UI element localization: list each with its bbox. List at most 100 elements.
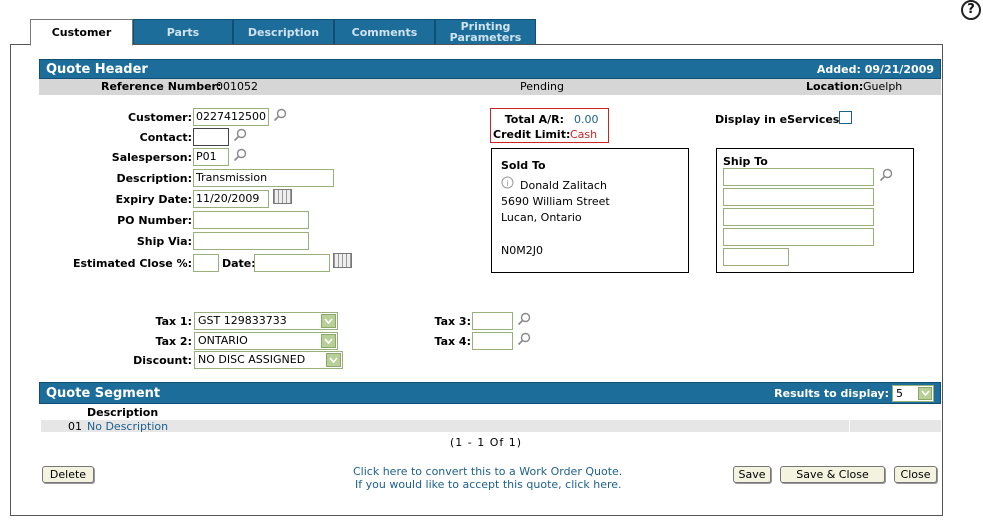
- salesperson-label: Salesperson:: [111, 151, 192, 164]
- tax1-value: GST 129833733: [198, 314, 287, 327]
- row-number: 01: [68, 420, 82, 433]
- table-row[interactable]: 01 No Description: [41, 420, 941, 433]
- salesperson-field[interactable]: P01: [193, 148, 229, 166]
- eservices-checkbox[interactable]: [839, 111, 852, 124]
- discount-value: NO DISC ASSIGNED: [198, 353, 306, 366]
- tax4-search-icon[interactable]: [517, 332, 531, 346]
- ship-to-search-icon[interactable]: [879, 168, 893, 182]
- shipvia-field[interactable]: [193, 232, 309, 250]
- sold-to-street: 5690 William Street: [501, 195, 610, 208]
- credit-limit-value: Cash: [570, 128, 598, 141]
- location-value: Guelph: [863, 80, 903, 93]
- tax1-select[interactable]: GST 129833733: [194, 312, 338, 330]
- row-description-link[interactable]: No Description: [87, 420, 168, 433]
- accept-link[interactable]: If you would like to accept this quote, …: [355, 478, 622, 491]
- tab-description[interactable]: Description: [233, 19, 334, 44]
- location-label: Location:: [806, 80, 864, 93]
- tab-label: Parts: [166, 25, 200, 39]
- delete-button[interactable]: Delete: [42, 466, 94, 483]
- results-value: 5: [896, 386, 903, 400]
- quote-segment-bar: Quote Segment Results to display: 5: [39, 382, 941, 404]
- tab-label: Printing Parameters: [449, 20, 522, 44]
- chevron-down-icon: [321, 314, 336, 328]
- eservices-label: Display in eServices:: [715, 113, 844, 126]
- ship-to-line4-field[interactable]: [723, 228, 874, 246]
- contact-search-icon[interactable]: [233, 128, 247, 142]
- date-label: Date:: [222, 257, 256, 270]
- convert-link[interactable]: Click here to convert this to a Work Ord…: [353, 465, 622, 478]
- tax3-search-icon[interactable]: [517, 312, 531, 326]
- expiry-field[interactable]: 11/20/2009: [193, 190, 269, 208]
- pager-text: (1 - 1 Of 1): [450, 436, 523, 449]
- status-text: Pending: [520, 80, 564, 93]
- customer-search-icon[interactable]: [273, 108, 287, 122]
- ship-to-title: Ship To: [723, 155, 768, 168]
- chevron-down-icon: [918, 386, 932, 400]
- estclose-field[interactable]: [193, 254, 219, 272]
- added-date: Added: 09/21/2009: [816, 62, 934, 76]
- tab-customer[interactable]: Customer: [30, 19, 133, 46]
- description-label: Description:: [116, 172, 192, 185]
- row-divider: [849, 420, 850, 432]
- expiry-calendar-icon[interactable]: [273, 189, 292, 204]
- contact-label: Contact:: [139, 131, 192, 144]
- sold-to-name: Donald Zalitach: [520, 179, 607, 192]
- tab-label: Customer: [51, 26, 112, 39]
- total-ar-label: Total A/R:: [504, 113, 564, 126]
- estclose-label: Estimated Close %:: [72, 257, 192, 270]
- ship-to-postal-field[interactable]: [723, 248, 789, 266]
- help-icon[interactable]: ?: [961, 0, 981, 20]
- shipvia-label: Ship Via:: [136, 235, 192, 248]
- reference-label: Reference Number:: [101, 80, 222, 93]
- close-button[interactable]: Close: [894, 466, 937, 483]
- tax4-label: Tax 4:: [434, 335, 472, 348]
- contact-field[interactable]: [193, 128, 229, 146]
- tax2-select[interactable]: ONTARIO: [194, 332, 338, 350]
- expiry-label: Expiry Date:: [115, 193, 192, 206]
- ship-to-box: Ship To: [716, 148, 914, 273]
- ship-to-line2-field[interactable]: [723, 188, 874, 206]
- save-button[interactable]: Save: [733, 466, 771, 483]
- total-ar-value: 0.00: [574, 113, 599, 126]
- po-label: PO Number:: [117, 214, 192, 227]
- ship-to-line3-field[interactable]: [723, 208, 874, 226]
- sold-to-city: Lucan, Ontario: [501, 211, 582, 224]
- quote-segment-title: Quote Segment: [46, 385, 161, 401]
- chevron-down-icon: [321, 334, 336, 348]
- date-calendar-icon[interactable]: [333, 253, 352, 268]
- save-close-button[interactable]: Save & Close: [780, 466, 885, 483]
- date-field[interactable]: [254, 254, 330, 272]
- customer-label: Customer:: [127, 111, 192, 124]
- quote-header-bar: Quote Header Added: 09/21/2009: [39, 59, 941, 79]
- results-label: Results to display:: [774, 386, 889, 400]
- tax1-label: Tax 1:: [155, 315, 193, 328]
- results-select[interactable]: 5: [892, 384, 934, 402]
- quote-header-title: Quote Header: [46, 61, 148, 77]
- customer-field[interactable]: 0227412500: [193, 108, 269, 126]
- column-description-header: Description: [87, 406, 159, 419]
- salesperson-search-icon[interactable]: [233, 148, 247, 162]
- tab-label: Comments: [351, 25, 418, 39]
- ship-to-line1-field[interactable]: [723, 168, 874, 186]
- description-field[interactable]: Transmission: [193, 169, 334, 187]
- credit-limit-label: Credit Limit:: [493, 128, 571, 141]
- svg-text:i: i: [506, 179, 508, 188]
- reference-value: 001052: [216, 80, 258, 93]
- tax4-field[interactable]: [472, 332, 513, 350]
- tab-label: Description: [247, 25, 320, 39]
- discount-label: Discount:: [133, 354, 192, 367]
- tax3-field[interactable]: [472, 312, 513, 330]
- tax2-value: ONTARIO: [198, 334, 248, 347]
- tab-printing-parameters[interactable]: Printing Parameters: [435, 19, 536, 44]
- tab-comments[interactable]: Comments: [334, 19, 435, 44]
- sold-to-box: Sold To i Donald Zalitach 5690 William S…: [491, 148, 689, 273]
- tab-parts[interactable]: Parts: [133, 19, 233, 44]
- ar-box: Total A/R: 0.00 Credit Limit: Cash: [490, 108, 609, 143]
- po-field[interactable]: [193, 211, 309, 229]
- sold-to-postal: N0M2J0: [501, 244, 543, 257]
- tax3-label: Tax 3:: [434, 315, 472, 328]
- info-icon[interactable]: i: [501, 176, 514, 189]
- chevron-down-icon: [326, 353, 341, 367]
- reference-bar: Reference Number: 001052 Pending Locatio…: [39, 79, 941, 95]
- discount-select[interactable]: NO DISC ASSIGNED: [194, 351, 343, 369]
